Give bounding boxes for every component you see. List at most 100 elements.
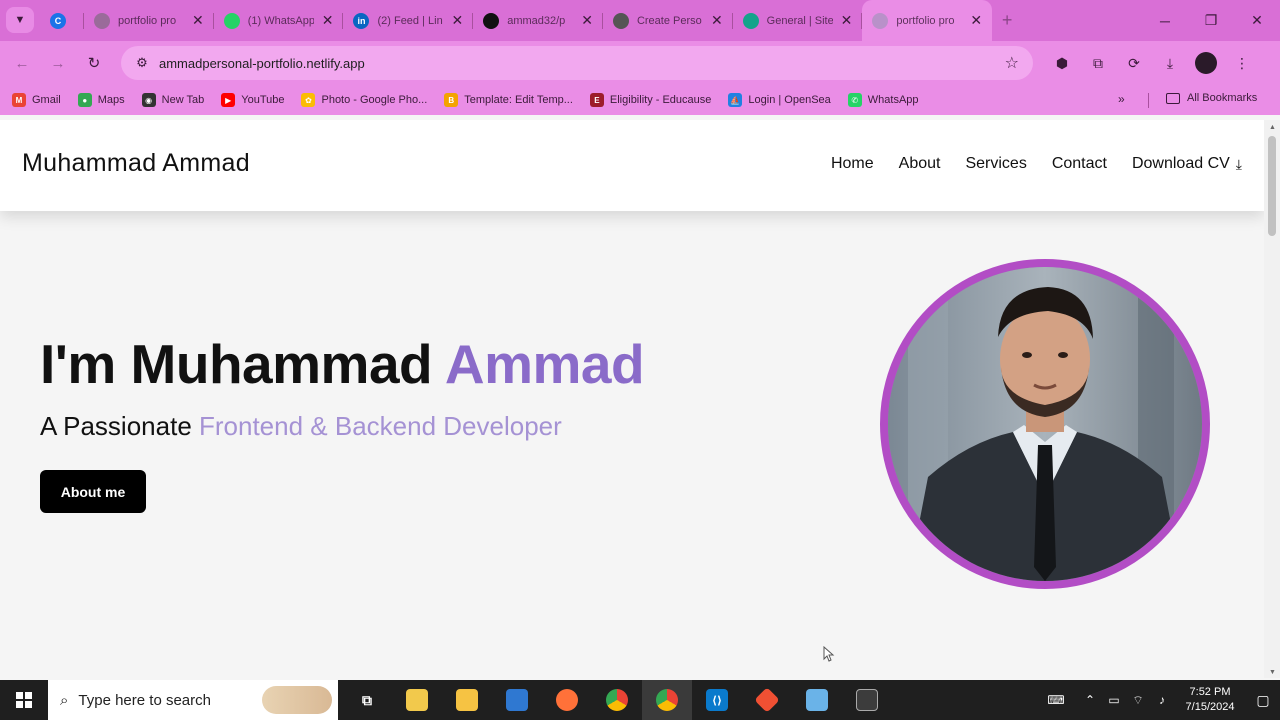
browser-tab[interactable]: General | Site ✕ [733,0,863,41]
hero-subtitle: A Passionate Frontend & Backend Develope… [40,411,562,442]
bookmarks-overflow-icon[interactable]: » [1118,92,1125,106]
tab-close-icon[interactable]: ✕ [581,12,593,29]
taskbar-azure-app[interactable] [492,680,542,720]
tab-close-icon[interactable]: ✕ [322,12,334,29]
page-scrollbar[interactable]: ▲ ▼ [1264,120,1280,678]
wifi-icon[interactable]: ⌔ [1126,693,1150,708]
windows-taskbar: ⌕ Type here to search ⧉ ⟨⟩ ⌨ ⌃ ▭ ⌔ ♪ 7:5… [0,680,1280,720]
bookmark-label: Gmail [32,94,61,106]
site-brand[interactable]: Muhammad Ammad [22,149,250,178]
bookmark-item[interactable]: ● Maps [77,93,125,107]
sync-icon[interactable]: ⟳ [1118,47,1150,79]
notifications-icon[interactable]: ▢ [1246,692,1280,709]
scrollbar-thumb[interactable] [1268,136,1276,236]
browser-tab[interactable]: portfolio pro ✕ [862,0,993,41]
all-bookmarks-label: All Bookmarks [1187,92,1258,104]
extensions-puzzle-icon[interactable]: ⧉ [1082,47,1114,79]
taskbar-file-explorer[interactable] [392,680,442,720]
bookmark-item[interactable]: ⛵ Login | OpenSea [728,93,831,107]
browser-tab[interactable]: ammad32/p ✕ [473,0,603,41]
system-tray: ⌨ ⌃ ▭ ⌔ ♪ 7:52 PM 7/15/2024 ▢ [1044,680,1280,720]
browser-tab[interactable]: portfolio pro ✕ [84,0,214,41]
tab-title: portfolio pro [118,14,177,27]
minimize-button[interactable]: ─ [1142,0,1188,41]
tab-search-button[interactable]: ▼ [6,7,34,33]
taskbar-sticky-notes[interactable] [442,680,492,720]
chrome-icon [606,689,628,711]
portrait-illustration [888,267,1202,581]
taskbar-chrome[interactable] [592,680,642,720]
bookmark-favicon-icon: ◉ [141,93,156,107]
taskbar-chrome-profile[interactable] [642,680,692,720]
web-page: Muhammad Ammad Home About Services Conta… [0,120,1264,678]
extension-icon[interactable]: ⬢ [1046,47,1078,79]
nav-home-link[interactable]: Home [831,155,874,173]
taskbar-terminal[interactable] [842,680,892,720]
bookmark-item[interactable]: ✿ Photo - Google Pho... [301,93,427,107]
new-tab-button[interactable]: + [992,0,1022,41]
about-me-button[interactable]: About me [40,470,146,513]
all-bookmarks-button[interactable]: All Bookmarks [1166,92,1257,104]
taskbar-notepad[interactable] [792,680,842,720]
tab-close-icon[interactable]: ✕ [711,12,723,29]
site-info-icon[interactable]: ⚙ [127,55,157,71]
download-icon[interactable]: ⤓ [1154,47,1186,79]
taskbar-git[interactable] [742,680,792,720]
tab-close-icon[interactable]: ✕ [192,12,204,29]
browser-tab[interactable]: C [42,0,84,41]
taskbar-search-box[interactable]: ⌕ Type here to search [48,680,338,720]
vscode-icon: ⟨⟩ [706,689,728,711]
browser-tab[interactable]: in (2) Feed | Lin ✕ [343,0,473,41]
hero-subtitle-accent: Frontend & Backend Developer [199,411,562,441]
task-view-button[interactable]: ⧉ [342,680,392,720]
bookmark-label: YouTube [241,94,285,106]
address-bar[interactable]: ⚙ ammadpersonal-portfolio.netlify.app ☆ [121,46,1033,80]
nav-contact-link[interactable]: Contact [1052,155,1107,173]
hero-title-main: I'm Muhammad [40,333,445,395]
taskbar-firefox[interactable] [542,680,592,720]
tab-close-icon[interactable]: ✕ [841,12,853,29]
profile-avatar[interactable] [1195,52,1217,74]
chrome-profile-icon [656,689,678,711]
back-button[interactable]: ← [4,45,40,81]
menu-kebab-icon[interactable]: ⋮ [1226,47,1258,79]
url-text: ammadpersonal-portfolio.netlify.app [159,55,365,71]
taskbar-clock[interactable]: 7:52 PM 7/15/2024 [1174,685,1246,715]
bookmark-item[interactable]: E Eligibility - Educause [589,93,711,107]
sticky-notes-icon [456,689,478,711]
bookmark-item[interactable]: ✆ WhatsApp [847,93,919,107]
taskbar-vscode[interactable]: ⟨⟩ [692,680,742,720]
tab-close-icon[interactable]: ✕ [451,12,463,29]
keyboard-icon[interactable]: ⌨ [1044,693,1068,707]
tray-overflow-icon[interactable]: ⌃ [1078,693,1102,707]
nav-services-link[interactable]: Services [965,155,1026,173]
forward-button[interactable]: → [40,45,76,81]
bookmark-item[interactable]: ◉ New Tab [141,93,204,107]
toolbar-actions: ⬢ ⧉ ⟳ ⤓ ⋮ [1046,45,1258,81]
bookmark-item[interactable]: ▶ YouTube [221,93,284,107]
maximize-button[interactable]: ❐ [1188,0,1234,41]
scroll-up-icon[interactable]: ▲ [1269,124,1276,131]
search-icon: ⌕ [60,691,69,709]
tab-close-icon[interactable]: ✕ [970,12,982,29]
nav-about-link[interactable]: About [899,155,941,173]
tab-favicon-icon: C [50,12,66,29]
bookmark-favicon-icon: ✿ [301,93,316,107]
reload-button[interactable]: ↻ [76,45,112,81]
tab-favicon-icon [94,12,110,29]
nav-download-cv-link[interactable]: Download CV ⤓ [1132,155,1242,173]
battery-icon[interactable]: ▭ [1102,693,1126,707]
browser-tab[interactable]: Create Perso ✕ [603,0,733,41]
bookmark-item[interactable]: B Template: Edit Temp... [444,93,573,107]
bookmark-item[interactable]: M Gmail [12,93,61,107]
scroll-down-icon[interactable]: ▼ [1269,669,1276,676]
volume-icon[interactable]: ♪ [1150,693,1174,707]
start-button[interactable] [0,680,48,720]
browser-tab[interactable]: (1) WhatsApp ✕ [214,0,344,41]
clock-time: 7:52 PM [1189,686,1231,698]
taskbar-search-placeholder: Type here to search [78,691,211,709]
windows-logo-icon [16,692,32,708]
bookmark-star-icon[interactable]: ☆ [1005,53,1019,73]
close-window-button[interactable]: ✕ [1234,0,1280,41]
browser-toolbar: ← → ↻ ⚙ ammadpersonal-portfolio.netlify.… [0,41,1280,85]
